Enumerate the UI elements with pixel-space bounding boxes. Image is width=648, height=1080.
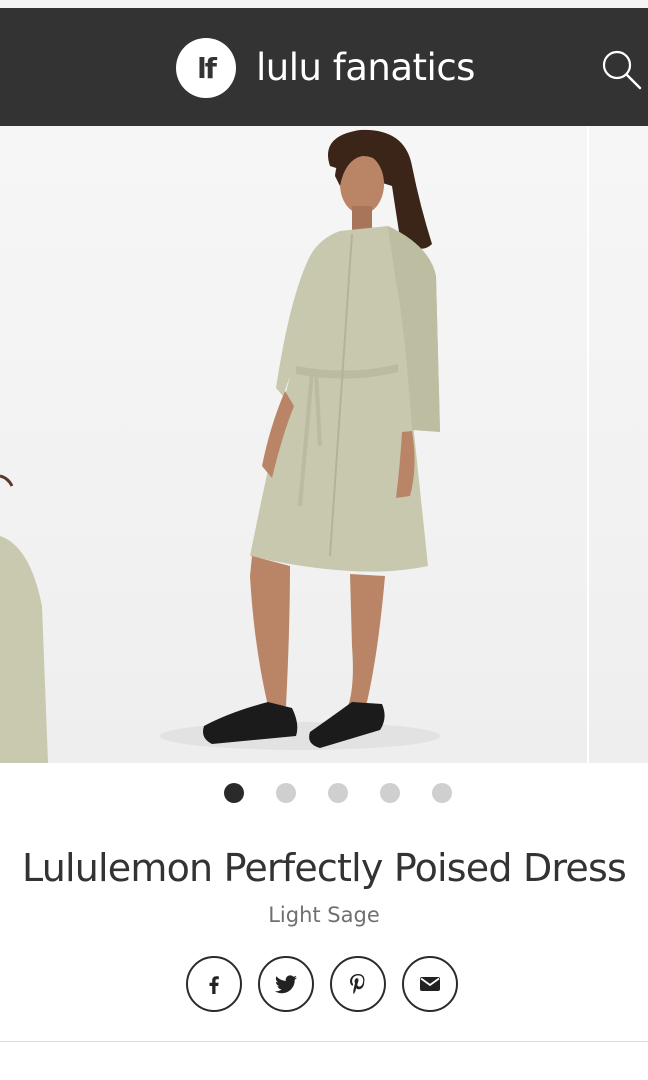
carousel-dot-1[interactable] [224,783,244,803]
product-photo [0,129,440,763]
carousel-dot-4[interactable] [380,783,400,803]
product-color: Light Sage [268,903,380,927]
share-facebook-button[interactable] [186,956,242,1012]
share-pinterest-button[interactable] [330,956,386,1012]
carousel-dot-2[interactable] [276,783,296,803]
share-buttons [186,956,458,1012]
email-icon [420,977,440,991]
product-image-carousel[interactable] [0,126,648,763]
product-title: Lululemon Perfectly Poised Dress [22,846,627,890]
pinterest-icon [350,974,365,994]
logo-badge: lf [176,38,236,98]
section-divider [0,1041,648,1042]
share-email-button[interactable] [402,956,458,1012]
status-strip [0,0,648,8]
site-header: lf lulu fanatics [0,8,648,126]
carousel-pagination [0,783,648,805]
search-icon [602,50,642,90]
carousel-dot-5[interactable] [432,783,452,803]
search-button[interactable] [600,48,644,92]
site-logo[interactable]: lf lulu fanatics [176,38,475,98]
share-twitter-button[interactable] [258,956,314,1012]
facebook-icon [209,976,219,994]
carousel-dot-3[interactable] [328,783,348,803]
twitter-icon [275,975,297,994]
brand-name: lulu fanatics [256,46,475,89]
slide-divider [587,126,589,763]
